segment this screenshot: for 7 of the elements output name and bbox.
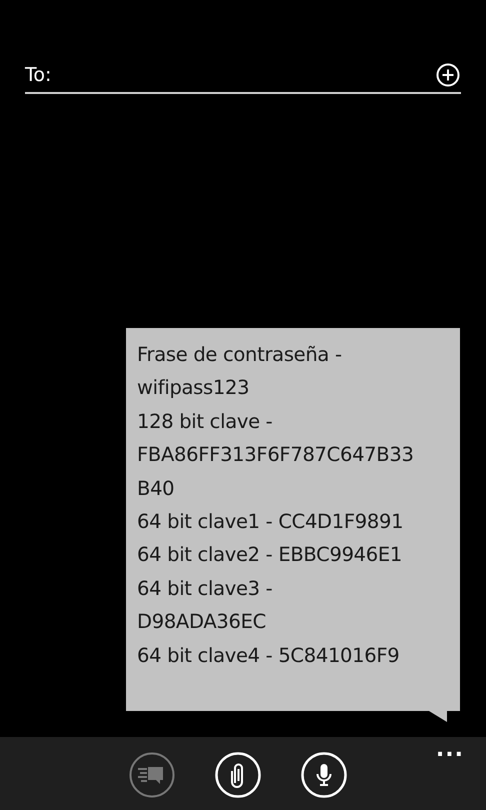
recipient-field[interactable]: To: bbox=[25, 58, 436, 92]
add-icon[interactable] bbox=[436, 63, 460, 87]
microphone-icon[interactable] bbox=[299, 750, 349, 800]
more-button[interactable]: ... bbox=[436, 737, 464, 762]
paperclip-icon[interactable] bbox=[213, 750, 263, 800]
to-label: To: bbox=[25, 64, 52, 86]
message-text: Frase de contraseña - wifipass123 128 bit clave - FBA86FF313F6F787C647B33 B40 64 bit clave1 - CC4D1F9891 64 bit clave2 - EBBC9946E1 64 bit clave3 - D98ADA36EC 64 bit clave4 - 5C841016F9 bbox=[137, 342, 415, 669]
